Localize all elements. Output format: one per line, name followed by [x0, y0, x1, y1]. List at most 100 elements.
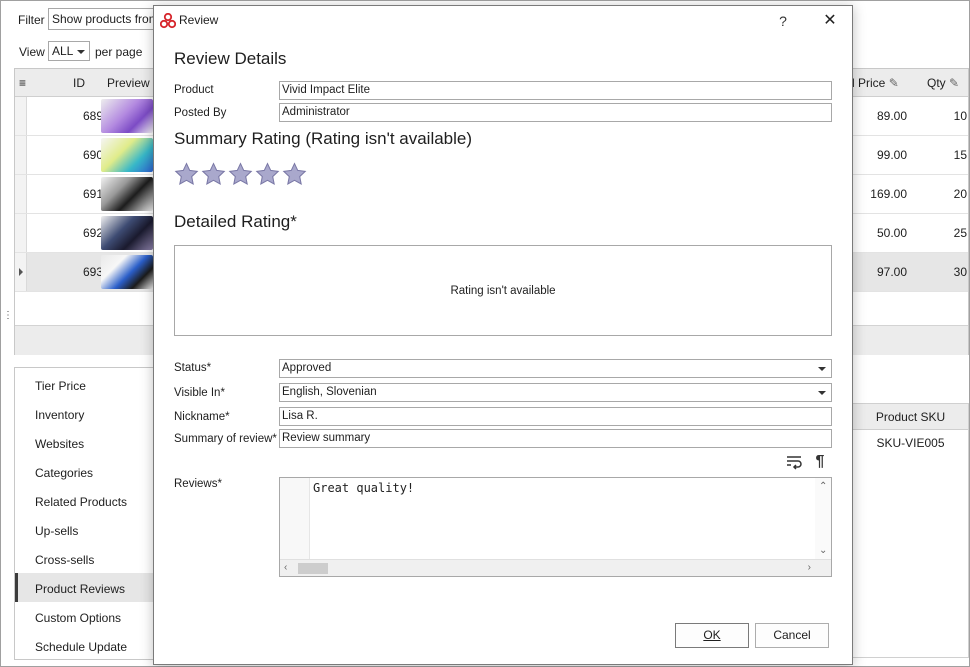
row-header — [15, 175, 27, 213]
visible-in-select[interactable]: English, Slovenian — [279, 383, 832, 402]
summary-of-review-label: Summary of review* — [174, 433, 277, 445]
sku-panel: Product SKU SKU-VIE005 — [852, 403, 969, 658]
pilcrow-icon[interactable]: ¶ — [811, 453, 829, 471]
summary-rating-title: Summary Rating (Rating isn't available) — [174, 129, 473, 148]
list-item[interactable]: Custom Options — [15, 602, 173, 631]
list-item[interactable]: Categories — [15, 457, 173, 486]
list-item[interactable]: Cross-sells — [15, 544, 173, 573]
chevron-down-icon — [818, 367, 826, 371]
row-header — [15, 136, 27, 174]
product-field-value: Vivid Impact Elite — [282, 84, 370, 96]
status-select[interactable]: Approved — [279, 359, 832, 378]
product-field[interactable]: Vivid Impact Elite — [279, 81, 832, 100]
list-item[interactable]: Schedule Update — [15, 631, 173, 660]
ok-button[interactable]: OK — [675, 623, 749, 648]
sku-column-header[interactable]: Product SKU — [853, 404, 968, 430]
row-header — [15, 214, 27, 252]
product-thumbnail — [101, 138, 153, 172]
detailed-rating-title: Detailed Rating* — [174, 212, 297, 231]
status-select-value: Approved — [282, 362, 332, 374]
cell-price: 169.00 — [870, 187, 907, 201]
product-label: Product — [174, 84, 214, 96]
cell-qty: 15 — [953, 148, 967, 162]
cell-price: 50.00 — [876, 226, 907, 240]
detailed-rating-box: Rating isn't available — [174, 245, 832, 336]
app-window: Filter Show products from View ALL per p… — [0, 0, 970, 667]
column-price-label: l Price — [852, 76, 886, 90]
ok-button-label: OK — [703, 628, 721, 642]
visible-in-select-value: English, Slovenian — [282, 386, 377, 398]
list-item[interactable]: Related Products — [15, 486, 173, 515]
cell-id: 689 — [82, 109, 103, 123]
posted-by-label: Posted By — [174, 107, 227, 119]
product-sections-list: Tier Price Inventory Websites Categories… — [14, 367, 174, 660]
reviews-editor[interactable]: Great quality! ⌃ ⌄ ‹ › — [279, 477, 832, 577]
star-icon — [174, 162, 199, 185]
list-item[interactable]: Up-sells — [15, 515, 173, 544]
sku-cell: SKU-VIE005 — [876, 436, 945, 450]
column-qty[interactable]: Qty ✎ — [927, 76, 959, 90]
filter-label: Filter — [18, 13, 45, 27]
posted-by-field[interactable]: Administrator — [279, 103, 832, 122]
horizontal-scrollbar[interactable]: ‹ › — [280, 559, 831, 576]
row-header — [15, 97, 27, 135]
word-wrap-icon[interactable] — [785, 453, 803, 471]
column-price[interactable]: l Price ✎ — [852, 76, 899, 90]
visible-in-label: Visible In* — [174, 387, 225, 399]
dialog-titlebar[interactable]: Review ? ✕ — [154, 6, 852, 36]
scroll-left-icon[interactable]: ‹ — [284, 563, 287, 573]
cell-price: 99.00 — [876, 148, 907, 162]
chevron-down-icon — [77, 50, 85, 54]
reviews-label: Reviews* — [174, 478, 222, 490]
nickname-input[interactable]: Lisa R. — [279, 407, 832, 426]
product-thumbnail — [101, 216, 153, 250]
list-item-active[interactable]: Product Reviews — [15, 573, 173, 602]
column-preview[interactable]: Preview — [107, 76, 150, 90]
star-icon — [282, 162, 307, 185]
list-item[interactable]: Inventory — [15, 399, 173, 428]
cell-id: 690 — [82, 148, 103, 162]
list-item[interactable]: Tier Price — [15, 370, 173, 399]
cancel-button-label: Cancel — [773, 628, 811, 642]
review-dialog: Review ? ✕ Review Details Product Vivid … — [153, 5, 853, 665]
rating-unavailable-text: Rating isn't available — [450, 285, 556, 297]
column-menu-icon[interactable]: ≡ — [19, 76, 26, 90]
chevron-down-icon — [818, 391, 826, 395]
cell-qty: 10 — [953, 109, 967, 123]
help-button[interactable]: ? — [772, 10, 794, 32]
view-label: View — [19, 45, 45, 59]
close-button[interactable]: ✕ — [818, 10, 842, 32]
cell-id: 691 — [82, 187, 103, 201]
scroll-right-icon[interactable]: › — [808, 563, 811, 573]
scrollbar-thumb[interactable] — [298, 563, 328, 574]
row-header — [15, 253, 27, 291]
nickname-label: Nickname* — [174, 411, 230, 423]
summary-rating-stars — [174, 162, 309, 190]
nickname-input-value: Lisa R. — [282, 410, 318, 422]
scroll-up-icon[interactable]: ⌃ — [819, 482, 827, 492]
cell-id: 692 — [82, 226, 103, 240]
app-logo-icon — [160, 13, 176, 29]
cell-price: 97.00 — [876, 265, 907, 279]
cell-price: 89.00 — [876, 109, 907, 123]
cell-qty: 30 — [953, 265, 967, 279]
status-label: Status* — [174, 362, 212, 374]
column-id[interactable]: ID — [73, 76, 85, 90]
splitter-handle-icon[interactable]: ⋮ — [3, 310, 13, 321]
star-icon — [255, 162, 280, 185]
filter-select[interactable]: Show products from — [48, 8, 158, 30]
list-item[interactable]: Websites — [15, 428, 173, 457]
scroll-down-icon[interactable]: ⌄ — [819, 546, 827, 556]
column-qty-label: Qty — [927, 76, 946, 90]
editor-gutter — [280, 478, 310, 560]
pencil-icon: ✎ — [888, 76, 899, 90]
vertical-scrollbar[interactable]: ⌃ ⌄ — [815, 478, 831, 560]
cell-id: 693 — [82, 265, 103, 279]
summary-of-review-input[interactable]: Review summary — [279, 429, 832, 448]
current-row-icon — [19, 268, 23, 276]
star-icon — [228, 162, 253, 185]
review-details-title: Review Details — [174, 49, 287, 68]
cancel-button[interactable]: Cancel — [755, 623, 829, 648]
view-select[interactable]: ALL — [48, 41, 90, 61]
product-thumbnail — [101, 177, 153, 211]
